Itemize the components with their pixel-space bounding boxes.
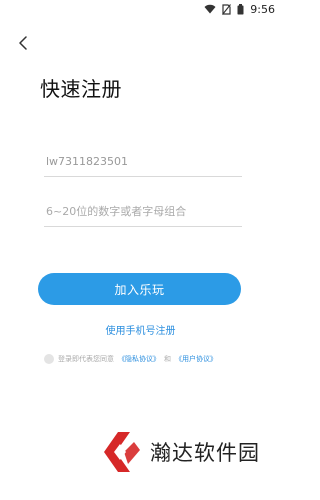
page-title: 快速注册	[40, 77, 122, 101]
account-input[interactable]	[44, 147, 246, 176]
watermark: 瀚达软件园	[100, 427, 260, 477]
watermark-logo-icon	[104, 432, 140, 472]
no-sim-icon	[222, 3, 232, 15]
wifi-icon	[204, 4, 216, 14]
back-button[interactable]	[14, 34, 32, 52]
phone-register-link[interactable]: 使用手机号注册	[0, 322, 281, 337]
status-time: 9:56	[250, 2, 275, 16]
agreement-checkbox[interactable]	[44, 354, 54, 364]
password-input[interactable]	[44, 197, 246, 226]
agreement-row: 登录即代表您同意 《隐私协议》 和 《用户协议》	[44, 352, 217, 366]
status-bar: 9:56	[0, 0, 281, 18]
chevron-left-icon	[19, 36, 27, 50]
battery-icon	[237, 3, 244, 14]
account-field[interactable]	[44, 147, 246, 177]
watermark-text: 瀚达软件园	[150, 441, 260, 465]
user-agreement-link[interactable]: 《用户协议》	[175, 354, 217, 364]
agreement-and: 和	[164, 355, 171, 363]
password-field[interactable]	[44, 197, 246, 227]
agreement-prefix: 登录即代表您同意	[58, 355, 114, 363]
join-button[interactable]: 加入乐玩	[38, 273, 241, 305]
privacy-policy-link[interactable]: 《隐私协议》	[118, 354, 160, 364]
